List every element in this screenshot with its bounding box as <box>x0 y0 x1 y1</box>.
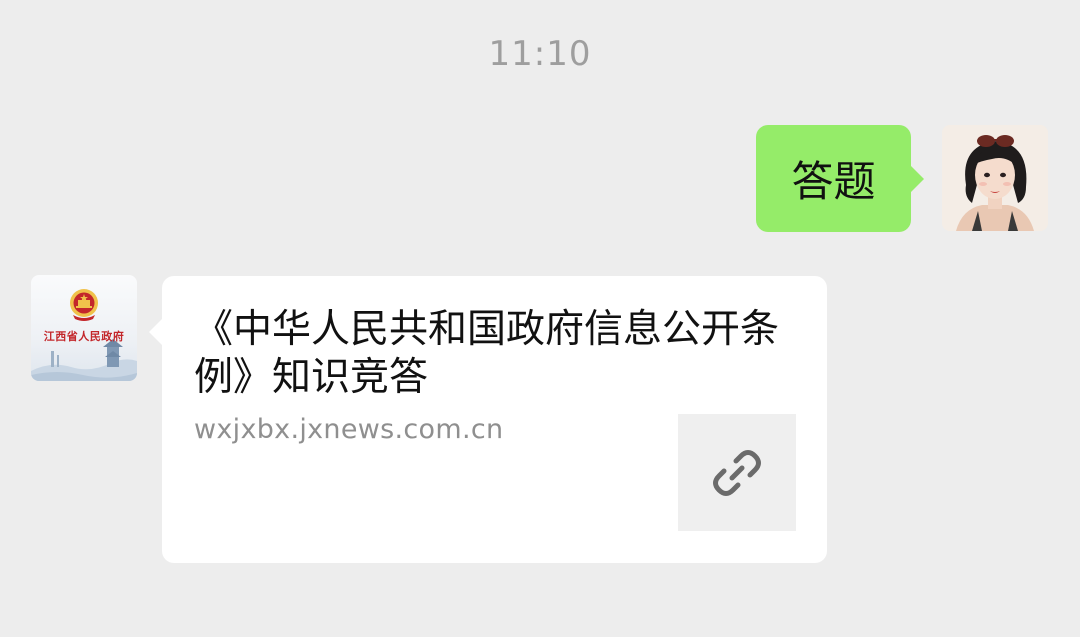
sender-avatar-label: 江西省人民政府 <box>43 330 125 343</box>
outgoing-message-text: 答题 <box>791 157 876 206</box>
my-avatar[interactable] <box>942 125 1048 231</box>
outgoing-message-bubble[interactable]: 答题 <box>756 125 924 232</box>
link-card-message[interactable]: 《中华人民共和国政府信息公开条例》知识竞答 wxjxbx.jxnews.com.… <box>149 276 827 563</box>
link-icon <box>713 449 761 496</box>
sender-avatar[interactable]: 江西省人民政府 <box>31 275 137 381</box>
user-avatar-illustration <box>942 125 1048 231</box>
link-card-thumbnail[interactable] <box>678 414 796 531</box>
link-card-url: wxjxbx.jxnews.com.cn <box>194 414 504 445</box>
message-timestamp: 11:10 <box>488 34 592 74</box>
link-card-title[interactable]: 《中华人民共和国政府信息公开条例》知识竞答 <box>194 306 794 402</box>
